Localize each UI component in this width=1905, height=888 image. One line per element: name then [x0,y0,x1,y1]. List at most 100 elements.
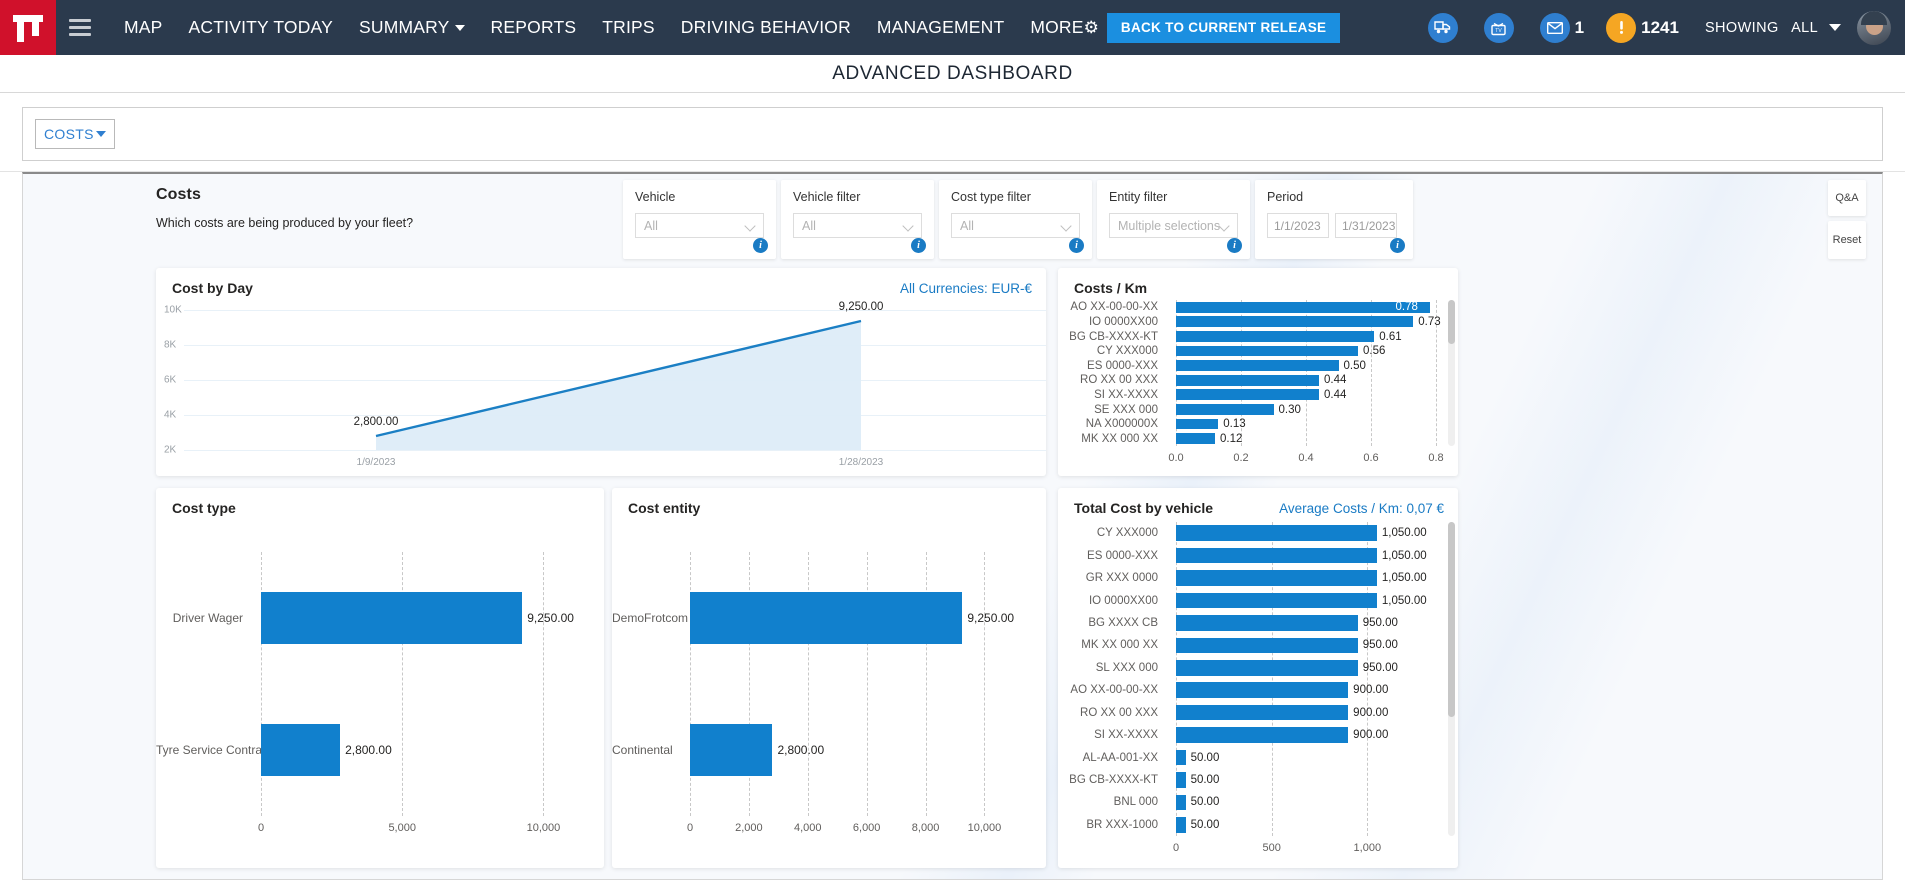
average-costs-label[interactable]: Average Costs / Km: 0,07 € [1279,501,1444,516]
bar[interactable] [1176,433,1215,445]
bar[interactable] [1176,570,1377,586]
bar[interactable] [1176,794,1186,811]
hamburger-menu-icon[interactable] [69,19,91,36]
bar[interactable] [690,723,773,777]
bar-category-label: NA X000000X [1085,418,1158,431]
dashboard-canvas: Costs Which costs are being produced by … [22,172,1883,880]
bar[interactable] [1176,749,1186,766]
cost-type-filter-dropdown-value: All [960,218,974,233]
nav-item-activity-today[interactable]: ACTIVITY TODAY [176,0,346,55]
grid-line [984,552,986,816]
bar-category-label: Continental [612,743,673,757]
back-to-current-release-button[interactable]: BACK TO CURRENT RELEASE [1106,12,1341,43]
nav-item-more[interactable]: MORE [1017,0,1085,55]
bar[interactable] [1176,816,1186,833]
scrollbar-thumb[interactable] [1448,522,1455,717]
vehicle-filter-dropdown[interactable]: All [793,213,922,238]
cost-type-chart[interactable]: 0 5,000 10,000 Driver Wager 9,250.00 Tyre Ser… [156,516,604,862]
bar[interactable] [1176,547,1377,564]
bar-category-label: CY XXX000 [1096,527,1158,540]
bar-category-label: AO XX-00-00-XX [1070,684,1158,697]
bar[interactable] [1176,418,1219,430]
truck-report-icon[interactable] [1427,12,1458,43]
dashboard-selector-card: COSTS [22,107,1883,161]
bar-value-label: 1,050.00 [1381,572,1427,585]
bar-category-label: BR XXX-1000 [1086,818,1158,831]
envelope-icon[interactable] [1539,12,1570,43]
bar-category-label: CY XXX000 [1096,345,1158,358]
avatar[interactable] [1857,10,1891,45]
bar[interactable] [1176,301,1430,313]
scrollbar-thumb[interactable] [1448,300,1455,344]
bar[interactable] [1176,704,1349,721]
cost-by-day-chart[interactable]: 10K 8K 6K 4K 2K 2,800.00 9,250.00 1/9/20… [156,296,1046,470]
bar[interactable] [1176,316,1414,328]
bar-value-label: 0.56 [1363,345,1386,358]
dashboard-type-dropdown[interactable]: COSTS [35,119,115,149]
cost-type-filter-dropdown[interactable]: All [951,213,1080,238]
bar[interactable] [1176,331,1375,342]
bar[interactable] [261,723,341,777]
showing-value: ALL [1791,19,1818,36]
x-tick-start: 1/9/2023 [356,457,396,468]
bar[interactable] [1176,404,1274,415]
bar[interactable] [1176,525,1377,542]
x-axis-tick: 2,000 [735,822,763,834]
cost-entity-chart[interactable]: 0 2,000 4,000 6,000 8,000 10,000 DemoFrotcom 9,… [612,516,1046,862]
showing-selector[interactable]: SHOWING ALL [1705,20,1841,36]
nav-item-management[interactable]: MANAGEMENT [864,0,1017,55]
bar[interactable] [690,591,963,645]
total-cost-by-vehicle-chart[interactable]: 0 500 1,000 CY XXX000 1,050.00 ES 0000-XXX 1,0… [1058,516,1458,862]
bar-category-label: IO 0000XX00 [1088,315,1158,328]
bar[interactable] [1176,772,1186,788]
bar[interactable] [1176,659,1358,676]
bar[interactable] [261,591,523,645]
bar[interactable] [1176,389,1319,401]
nav-item-reports[interactable]: REPORTS [478,0,590,55]
vehicle-dropdown[interactable]: All [635,213,764,238]
reset-button[interactable]: Reset [1828,221,1866,259]
frotcom-logo-icon[interactable] [0,0,56,55]
bar-value-label: 950.00 [1362,639,1398,652]
bar-value-label: 9,250.00 [967,611,1015,625]
bar[interactable] [1176,637,1358,654]
chevron-down-icon [904,222,915,229]
costs-per-km-chart[interactable]: 0.0 0.2 0.4 0.6 0.8 AO XX-00-00-XX 0.78 IO 0000… [1058,296,1458,470]
currency-label[interactable]: All Currencies: EUR-€ [900,281,1032,296]
info-icon[interactable]: i [1227,238,1242,253]
bar[interactable] [1176,374,1319,386]
bar-value-label: 1,050.00 [1381,594,1427,607]
bar[interactable] [1176,727,1349,743]
filter-label: Cost type filter [951,190,1031,204]
bar-category-label: AL-AA-001-XX [1082,751,1158,764]
nav-item-driving-behavior[interactable]: DRIVING BEHAVIOR [668,0,864,55]
bar[interactable] [1176,592,1377,609]
qa-button[interactable]: Q&A [1828,180,1866,216]
bar-category-label: SI XX-XXXX [1094,388,1158,401]
filter-period: Period 1/1/2023 1/31/2023 i [1255,180,1413,259]
bar[interactable] [1176,615,1358,631]
bar-value-label: 0.44 [1324,388,1347,401]
mail-count: 1 [1574,17,1585,37]
entity-filter-dropdown[interactable]: Multiple selections [1109,213,1238,238]
info-icon[interactable]: i [1069,238,1084,253]
vehicle-filter-dropdown-value: All [802,218,816,233]
nav-item-summary[interactable]: SUMMARY [346,0,478,55]
bar[interactable] [1176,360,1339,372]
filter-vehicle: Vehicle All i [623,180,776,259]
nav-item-map[interactable]: MAP [111,0,176,55]
tv-icon[interactable]: TV [1483,12,1514,43]
bar-category-label: IO 0000XX00 [1088,594,1158,607]
period-from-input[interactable]: 1/1/2023 [1267,213,1329,238]
info-icon[interactable]: i [753,238,768,253]
gear-icon[interactable]: ⚙ [1084,0,1099,55]
nav-item-trips[interactable]: TRIPS [589,0,668,55]
alert-exclamation-icon[interactable] [1606,12,1637,43]
info-icon[interactable]: i [1390,238,1405,253]
bar-category-label: GR XXX 0000 [1085,572,1158,585]
period-to-input[interactable]: 1/31/2023 [1335,213,1397,238]
bar[interactable] [1176,345,1358,357]
bar[interactable] [1176,682,1349,699]
chevron-down-icon [96,131,106,137]
info-icon[interactable]: i [911,238,926,253]
